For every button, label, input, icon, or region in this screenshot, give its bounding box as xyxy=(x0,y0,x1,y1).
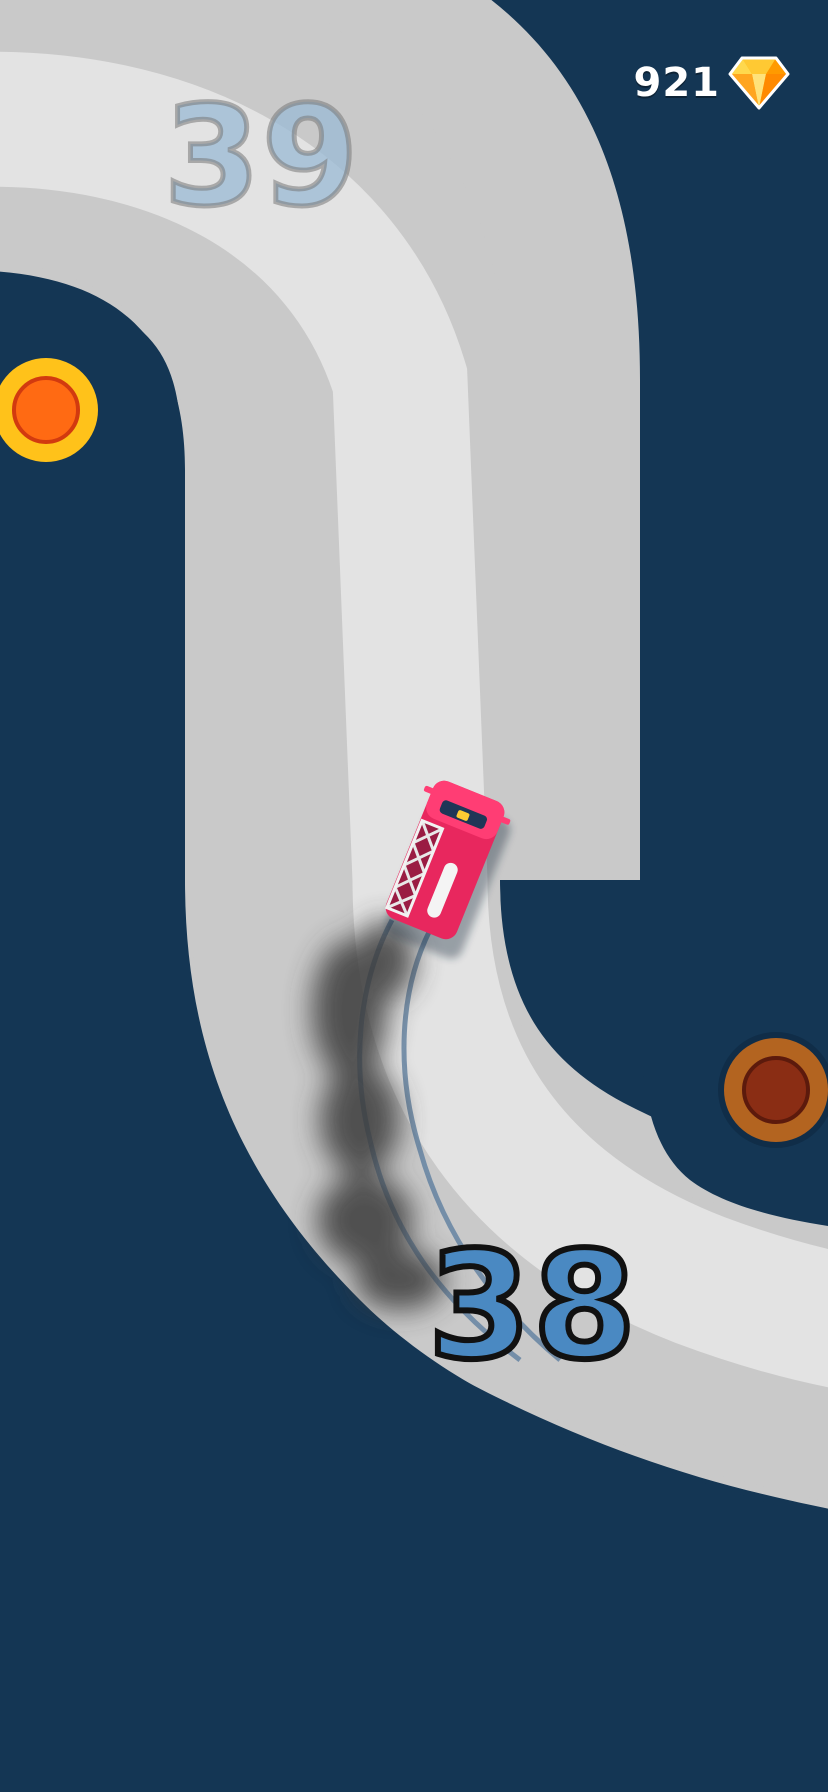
diamond-icon xyxy=(728,56,790,110)
game-scene[interactable] xyxy=(0,0,828,1792)
gem-count: 921 xyxy=(633,60,720,106)
gem-counter: 921 xyxy=(634,56,791,110)
current-segment-number: 38 xyxy=(425,1220,639,1392)
game-screen[interactable]: 39 38 921 xyxy=(0,0,828,1792)
next-segment-number: 39 xyxy=(161,76,361,237)
